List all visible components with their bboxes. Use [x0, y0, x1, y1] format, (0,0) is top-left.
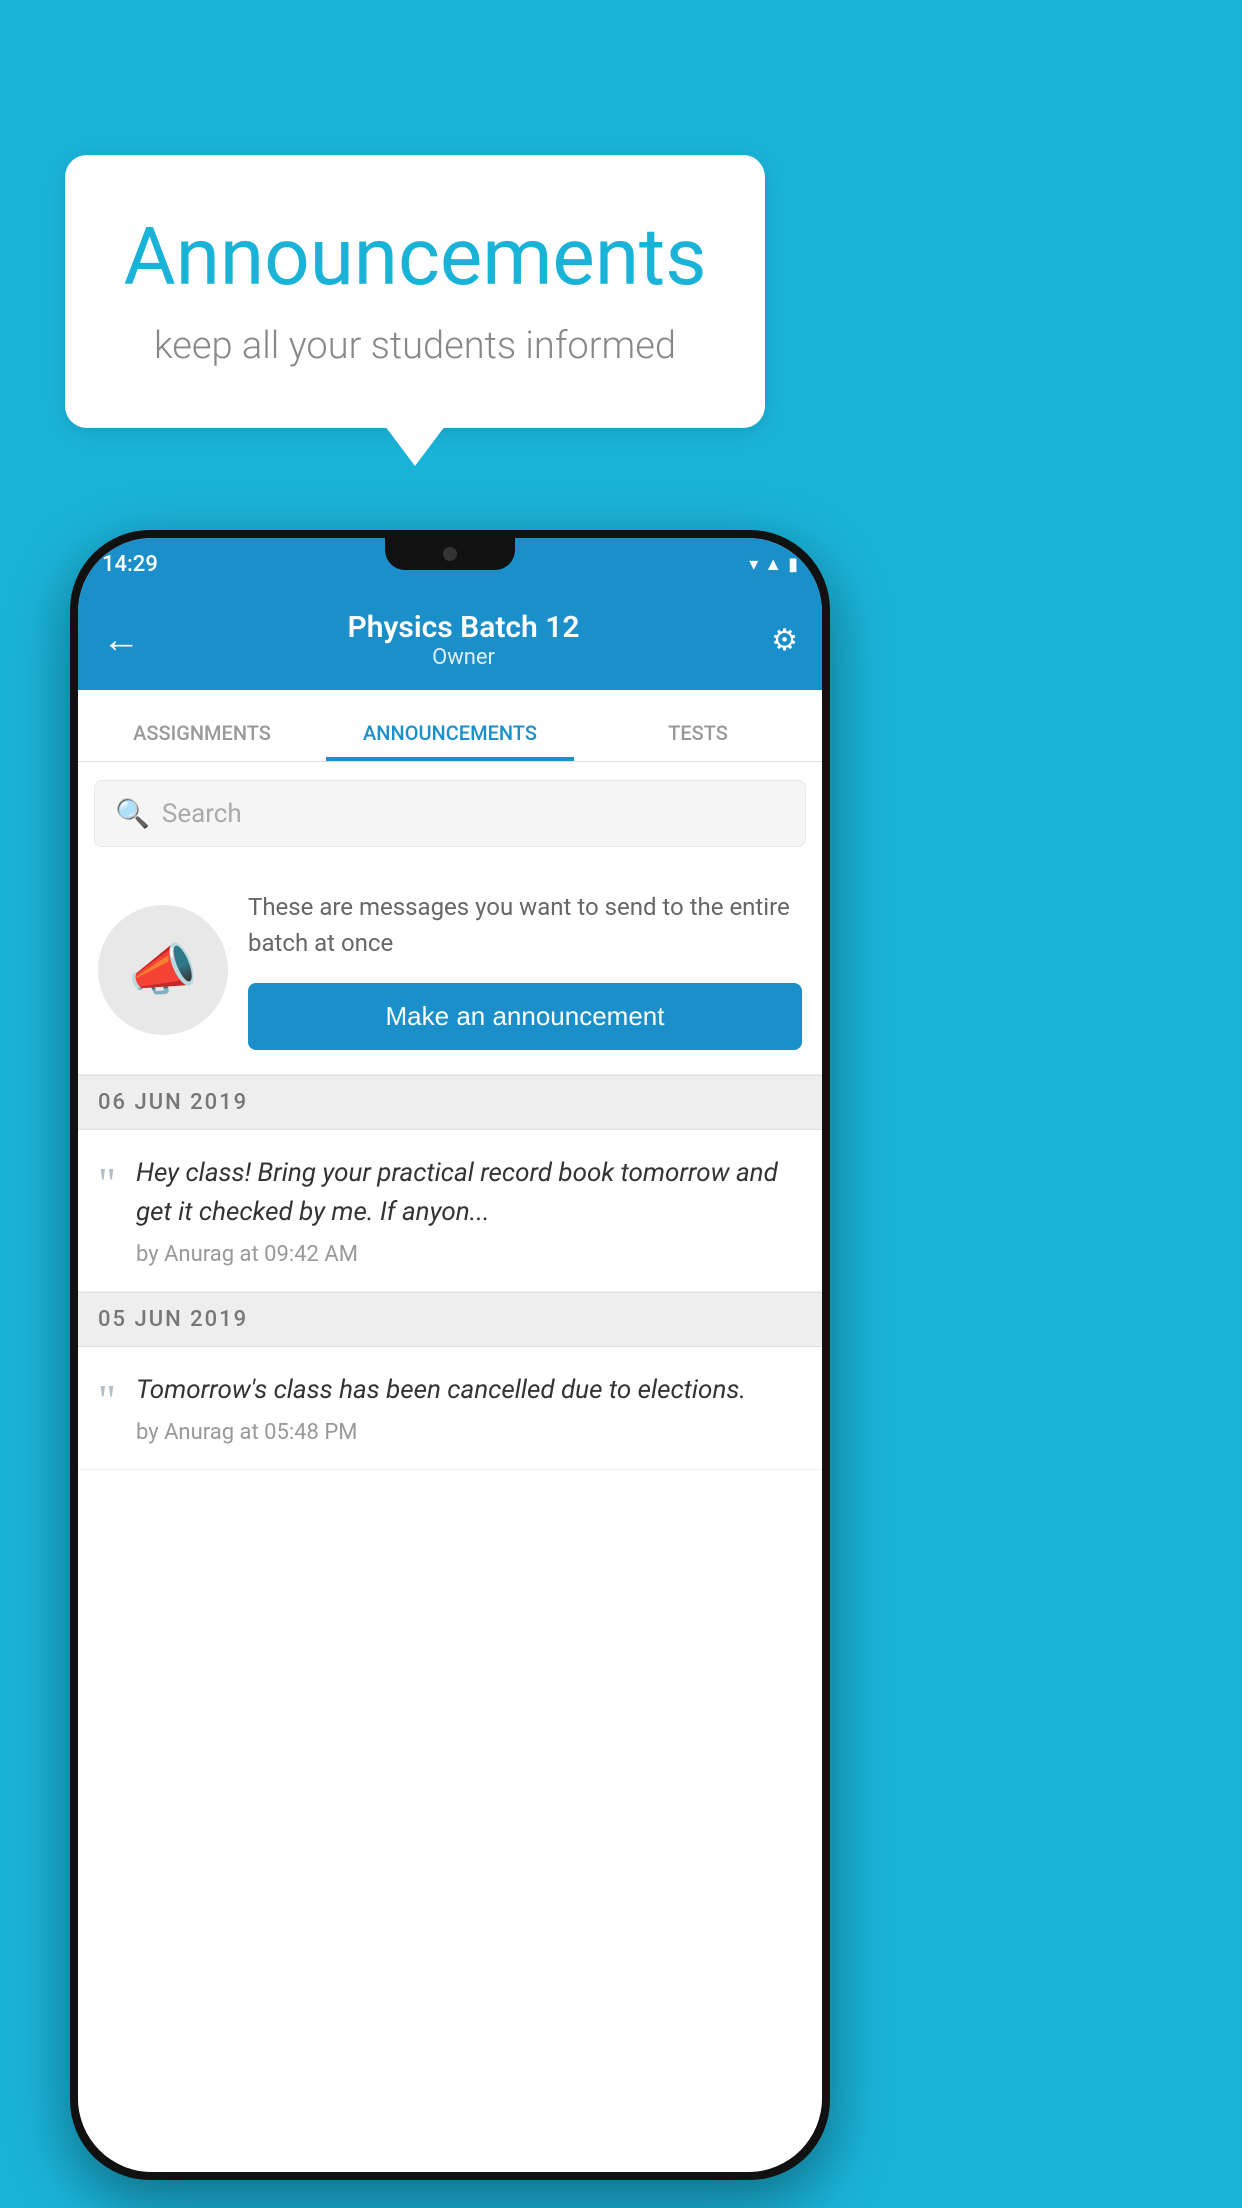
tab-assignments[interactable]: ASSIGNMENTS — [78, 721, 326, 761]
promo-right: These are messages you want to send to t… — [248, 889, 802, 1050]
wifi-icon: ▾ — [749, 554, 758, 575]
announcement-meta-1: by Anurag at 09:42 AM — [136, 1242, 802, 1267]
phone-frame: 14:29 ▾ ▲ ▮ ← Physics Batch 12 Owner ⚙ A… — [70, 530, 830, 2180]
announcement-content-1: Hey class! Bring your practical record b… — [136, 1154, 802, 1267]
tab-announcements[interactable]: ANNOUNCEMENTS — [326, 721, 574, 761]
status-time: 14:29 — [102, 552, 158, 577]
app-bar: ← Physics Batch 12 Owner ⚙ — [78, 590, 822, 690]
make-announcement-button[interactable]: Make an announcement — [248, 983, 802, 1050]
announcement-item-2: " Tomorrow's class has been cancelled du… — [78, 1347, 822, 1470]
app-bar-subtitle: Owner — [156, 645, 771, 670]
date-section-1: 06 JUN 2019 — [78, 1075, 822, 1130]
content-area: 🔍 Search 📣 These are messages you want t… — [78, 762, 822, 2172]
bubble-subtitle: keep all your students informed — [115, 324, 715, 368]
announcement-meta-2: by Anurag at 05:48 PM — [136, 1420, 802, 1445]
phone-notch — [385, 538, 515, 570]
search-bar[interactable]: 🔍 Search — [94, 780, 806, 847]
camera — [443, 547, 457, 561]
announcement-text-2: Tomorrow's class has been cancelled due … — [136, 1371, 802, 1410]
promo-card: 📣 These are messages you want to send to… — [78, 865, 822, 1075]
tab-tests[interactable]: TESTS — [574, 721, 822, 761]
phone-screen: 14:29 ▾ ▲ ▮ ← Physics Batch 12 Owner ⚙ A… — [78, 538, 822, 2172]
promo-description: These are messages you want to send to t… — [248, 889, 802, 961]
announcement-content-2: Tomorrow's class has been cancelled due … — [136, 1371, 802, 1445]
app-bar-title: Physics Batch 12 — [156, 610, 771, 645]
signal-icon: ▲ — [764, 554, 782, 575]
tabs-bar: ASSIGNMENTS ANNOUNCEMENTS TESTS — [78, 690, 822, 762]
promo-icon-circle: 📣 — [98, 905, 228, 1035]
search-placeholder: Search — [162, 799, 242, 829]
date-section-2: 05 JUN 2019 — [78, 1292, 822, 1347]
search-icon: 🔍 — [115, 797, 150, 830]
speech-bubble: Announcements keep all your students inf… — [65, 155, 765, 428]
settings-button[interactable]: ⚙ — [771, 623, 798, 658]
quote-icon-2: " — [98, 1379, 116, 1423]
announcement-item-1: " Hey class! Bring your practical record… — [78, 1130, 822, 1292]
status-icons: ▾ ▲ ▮ — [749, 554, 798, 575]
battery-icon: ▮ — [788, 554, 798, 575]
quote-icon-1: " — [98, 1162, 116, 1206]
app-bar-center: Physics Batch 12 Owner — [156, 610, 771, 670]
announcement-text-1: Hey class! Bring your practical record b… — [136, 1154, 802, 1232]
back-button[interactable]: ← — [102, 618, 140, 662]
bubble-title: Announcements — [115, 210, 715, 304]
megaphone-icon: 📣 — [128, 937, 198, 1003]
